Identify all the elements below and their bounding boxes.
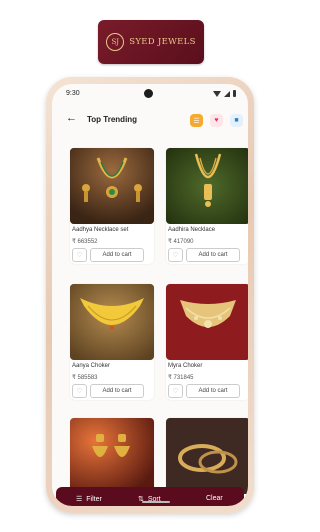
app-bar: ← Top Trending ☰ ♥ ■ bbox=[52, 110, 248, 134]
heart-icon[interactable]: ♥ bbox=[210, 114, 223, 127]
list-icon[interactable]: ☰ bbox=[190, 114, 203, 127]
product-card[interactable]: Aadhya Necklace set ₹ 663552 ♡ Add to ca… bbox=[70, 148, 154, 264]
product-image[interactable] bbox=[70, 284, 154, 360]
product-image[interactable] bbox=[166, 284, 248, 360]
product-image[interactable] bbox=[70, 148, 154, 224]
battery-icon bbox=[233, 90, 236, 97]
add-to-cart-button[interactable]: Add to cart bbox=[90, 248, 144, 262]
product-image[interactable] bbox=[166, 418, 248, 494]
product-card[interactable] bbox=[166, 418, 248, 498]
product-image[interactable] bbox=[70, 418, 154, 494]
product-price: ₹ 663552 bbox=[72, 239, 98, 245]
product-card[interactable]: Aanya Choker ₹ 585583 ♡ Add to cart bbox=[70, 284, 154, 400]
heart-icon[interactable]: ♡ bbox=[168, 384, 183, 398]
product-price: ₹ 417090 bbox=[168, 239, 194, 245]
heart-icon[interactable]: ♡ bbox=[168, 248, 183, 262]
camera-icon bbox=[144, 89, 153, 98]
home-indicator bbox=[142, 501, 170, 503]
brand-logo: SJ SYED JEWELS bbox=[98, 20, 204, 64]
add-to-cart-button[interactable]: Add to cart bbox=[90, 384, 144, 398]
product-name: Aadhya Necklace set bbox=[72, 227, 129, 233]
filter-icon: ☰ bbox=[76, 496, 83, 503]
product-name: Myra Choker bbox=[168, 363, 203, 369]
arrow-left-icon[interactable]: ← bbox=[66, 112, 77, 124]
cart-icon[interactable]: ■ bbox=[230, 114, 243, 127]
product-card[interactable]: Myra Choker ₹ 731845 ♡ Add to cart bbox=[166, 284, 248, 400]
filter-button[interactable]: ☰ Filter bbox=[76, 495, 102, 504]
signal-icon bbox=[224, 90, 230, 97]
clear-button[interactable]: Clear bbox=[206, 495, 223, 502]
heart-icon[interactable]: ♡ bbox=[72, 384, 87, 398]
status-bar: 9:30 bbox=[52, 84, 248, 102]
product-price: ₹ 585583 bbox=[72, 375, 98, 381]
logo-monogram: SJ bbox=[106, 33, 125, 51]
product-card[interactable] bbox=[70, 418, 154, 498]
app-screen: 9:30 ← Top Trending ☰ ♥ ■ Aadhya Necklac… bbox=[52, 84, 248, 506]
status-time: 9:30 bbox=[66, 90, 80, 97]
phone-frame: 9:30 ← Top Trending ☰ ♥ ■ Aadhya Necklac… bbox=[46, 77, 254, 513]
logo-name: SYED JEWELS bbox=[129, 37, 196, 47]
product-name: Aanya Choker bbox=[72, 363, 111, 369]
product-card[interactable]: Aadhira Necklace ₹ 417090 ♡ Add to cart bbox=[166, 148, 248, 264]
product-price: ₹ 731845 bbox=[168, 375, 194, 381]
wifi-icon bbox=[213, 90, 221, 97]
product-name: Aadhira Necklace bbox=[168, 227, 216, 233]
heart-icon[interactable]: ♡ bbox=[72, 248, 87, 262]
filter-label: Filter bbox=[86, 495, 102, 503]
add-to-cart-button[interactable]: Add to cart bbox=[186, 384, 240, 398]
add-to-cart-button[interactable]: Add to cart bbox=[186, 248, 240, 262]
bottom-action-bar: ☰ Filter ⇅ Sort Clear bbox=[56, 487, 244, 506]
product-image[interactable] bbox=[166, 148, 248, 224]
page-title: Top Trending bbox=[87, 115, 138, 124]
